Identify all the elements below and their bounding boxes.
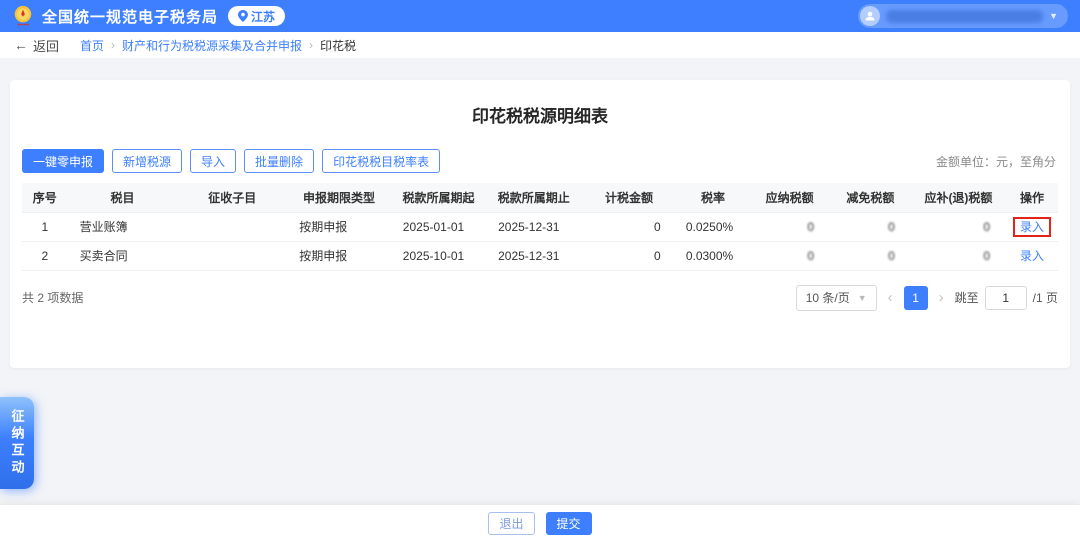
stamp-tax-rate-table-button[interactable]: 印花税税目税率表 <box>322 149 440 173</box>
chevron-down-icon: ▼ <box>1049 11 1058 21</box>
column-header-period_type: 申报期限类型 <box>287 183 391 212</box>
region-badge[interactable]: 江苏 <box>228 6 285 26</box>
cell-period_start: 2025-01-01 <box>391 212 486 241</box>
cell-period_start: 2025-10-01 <box>391 241 486 270</box>
column-header-tax_item: 税目 <box>68 183 178 212</box>
cell-seq: 2 <box>22 241 68 270</box>
cell-tax_item: 营业账簿 <box>68 212 178 241</box>
prev-page-button[interactable]: ‹ <box>886 289 895 306</box>
cell-period_end: 2025-12-31 <box>486 212 581 241</box>
data-count-summary: 共 2 项数据 <box>22 289 83 306</box>
bottom-action-bar: 退出 提交 <box>0 505 1080 541</box>
cell-action: 录入 <box>1006 212 1058 241</box>
app-title: 全国统一规范电子税务局 <box>42 6 218 27</box>
column-header-period_end: 税款所属期止 <box>486 183 581 212</box>
toolbar: 一键零申报新增税源导入批量删除印花税税目税率表 金额单位：元，至角分 <box>22 149 1058 173</box>
cell-tax_item: 买卖合同 <box>68 241 178 270</box>
column-header-sub_item: 征收子目 <box>177 183 287 212</box>
column-header-action: 操作 <box>1006 183 1058 212</box>
user-name-redacted <box>886 10 1043 23</box>
cell-period_type: 按期申报 <box>287 241 391 270</box>
cell-rate: 0.0300% <box>677 241 750 270</box>
back-label: 返回 <box>33 36 59 55</box>
next-page-button[interactable]: › <box>937 289 946 306</box>
one-click-zero-declaration-button[interactable]: 一键零申报 <box>22 149 104 173</box>
tax-interaction-label: 征纳互动 <box>8 409 27 477</box>
breadcrumb-item[interactable]: 首页 <box>80 37 104 54</box>
page-jump: 跳至 /1 页 <box>955 286 1058 310</box>
column-header-period_start: 税款所属期起 <box>391 183 486 212</box>
back-arrow-icon: ← <box>14 37 28 53</box>
total-pages-label: /1 页 <box>1033 289 1058 306</box>
cell-action: 录入 <box>1006 241 1058 270</box>
column-header-tax_reduction: 减免税额 <box>830 183 911 212</box>
toolbar-buttons: 一键零申报新增税源导入批量删除印花税税目税率表 <box>22 149 448 173</box>
user-menu[interactable]: ▼ <box>858 4 1068 28</box>
exit-button[interactable]: 退出 <box>488 512 534 535</box>
cell-tax_due: 0 <box>911 241 1006 270</box>
page-title: 印花税税源明细表 <box>22 80 1058 127</box>
jump-label: 跳至 <box>955 289 979 306</box>
batch-delete-button[interactable]: 批量删除 <box>244 149 314 173</box>
cell-taxable_amount: 0 <box>581 241 676 270</box>
pagination: 10 条/页 ▼ ‹ 1 › 跳至 /1 页 <box>796 285 1058 311</box>
page-number-button[interactable]: 1 <box>904 286 928 310</box>
back-button[interactable]: ← 返回 <box>14 36 59 55</box>
cell-period_end: 2025-12-31 <box>486 241 581 270</box>
table-header-row: 序号税目征收子目申报期限类型税款所属期起税款所属期止计税金额税率应纳税额减免税额… <box>22 183 1058 212</box>
submit-button[interactable]: 提交 <box>546 512 592 535</box>
cell-sub_item <box>177 241 287 270</box>
column-header-rate: 税率 <box>677 183 750 212</box>
cell-taxable_amount: 0 <box>581 212 676 241</box>
breadcrumb-separator: › <box>309 38 313 52</box>
cell-tax_reduction: 0 <box>830 212 911 241</box>
table-row: 2买卖合同按期申报2025-10-012025-12-3100.0300%000… <box>22 241 1058 270</box>
column-header-tax_due: 应补(退)税额 <box>911 183 1006 212</box>
region-label: 江苏 <box>251 8 275 25</box>
page-size-value: 10 条/页 <box>806 289 850 306</box>
import-button[interactable]: 导入 <box>190 149 236 173</box>
enter-record-link[interactable]: 录入 <box>1013 217 1051 237</box>
top-bar: 全国统一规范电子税务局 江苏 ▼ <box>0 0 1080 32</box>
cell-rate: 0.0250% <box>677 212 750 241</box>
table-footer: 共 2 项数据 10 条/页 ▼ ‹ 1 › 跳至 /1 页 <box>22 285 1058 311</box>
user-avatar-icon <box>860 6 880 26</box>
enter-record-link[interactable]: 录入 <box>1020 249 1044 263</box>
column-header-seq: 序号 <box>22 183 68 212</box>
breadcrumb: 首页 › 财产和行为税税源采集及合并申报 › 印花税 <box>80 37 356 54</box>
breadcrumb-bar: ← 返回 首页 › 财产和行为税税源采集及合并申报 › 印花税 <box>0 32 1080 58</box>
column-header-tax_payable: 应纳税额 <box>749 183 830 212</box>
jump-page-input[interactable] <box>985 286 1027 310</box>
tax-source-table: 序号税目征收子目申报期限类型税款所属期起税款所属期止计税金额税率应纳税额减免税额… <box>22 183 1058 271</box>
breadcrumb-item: 印花税 <box>320 37 356 54</box>
page-size-select[interactable]: 10 条/页 ▼ <box>796 285 877 311</box>
amount-unit-note: 金额单位：元，至角分 <box>936 153 1056 170</box>
cell-period_type: 按期申报 <box>287 212 391 241</box>
cell-tax_reduction: 0 <box>830 241 911 270</box>
cell-tax_due: 0 <box>911 212 1006 241</box>
location-pin-icon <box>238 10 248 22</box>
breadcrumb-separator: › <box>111 38 115 52</box>
tax-interaction-tab[interactable]: 征纳互动 <box>0 397 34 489</box>
add-tax-source-button[interactable]: 新增税源 <box>112 149 182 173</box>
breadcrumb-item[interactable]: 财产和行为税税源采集及合并申报 <box>122 37 302 54</box>
chevron-down-icon: ▼ <box>858 293 867 303</box>
tax-bureau-logo <box>12 5 34 27</box>
cell-seq: 1 <box>22 212 68 241</box>
cell-tax_payable: 0 <box>749 241 830 270</box>
table-row: 1营业账簿按期申报2025-01-012025-12-3100.0250%000… <box>22 212 1058 241</box>
cell-sub_item <box>177 212 287 241</box>
column-header-taxable_amount: 计税金额 <box>581 183 676 212</box>
main-card: 印花税税源明细表 一键零申报新增税源导入批量删除印花税税目税率表 金额单位：元，… <box>10 80 1070 368</box>
cell-tax_payable: 0 <box>749 212 830 241</box>
